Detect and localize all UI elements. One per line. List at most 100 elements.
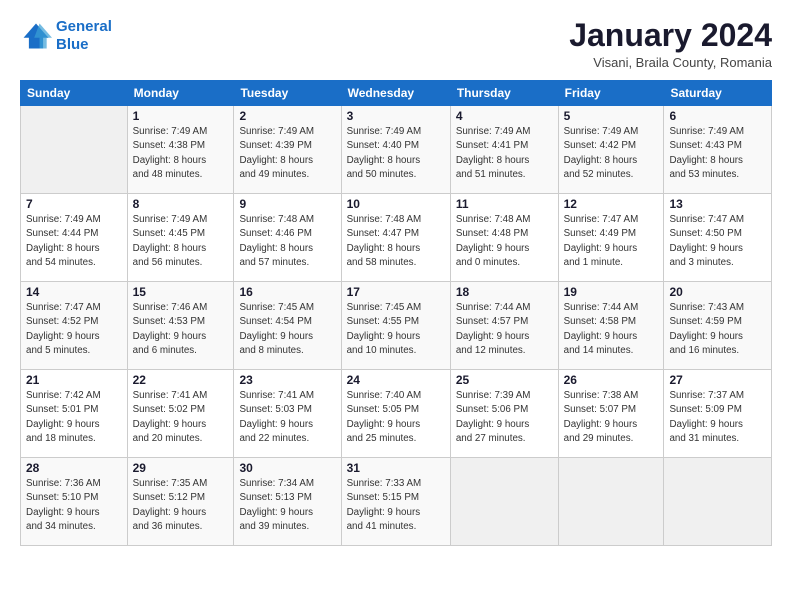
calendar-cell: 2 Sunrise: 7:49 AMSunset: 4:39 PMDaylight… <box>234 106 341 194</box>
day-info: Sunrise: 7:49 AMSunset: 4:45 PMDaylight:… <box>133 213 229 270</box>
logo: General Blue <box>20 18 112 54</box>
day-info: Sunrise: 7:44 AMSunset: 4:57 PMDaylight:… <box>456 301 553 358</box>
calendar-cell: 30Sunrise: 7:34 AMSunset: 5:13 PMDayligh… <box>234 458 341 546</box>
day-number: 19 <box>564 285 659 299</box>
day-number: 16 <box>239 285 335 299</box>
logo-text: General Blue <box>56 18 112 54</box>
calendar-cell: 5 Sunrise: 7:49 AMSunset: 4:42 PMDaylight… <box>558 106 664 194</box>
calendar-header-row: SundayMondayTuesdayWednesdayThursdayFrid… <box>21 81 772 106</box>
calendar-cell: 18Sunrise: 7:44 AMSunset: 4:57 PMDayligh… <box>450 282 558 370</box>
calendar-cell: 3 Sunrise: 7:49 AMSunset: 4:40 PMDaylight… <box>341 106 450 194</box>
day-number: 26 <box>564 373 659 387</box>
day-number: 10 <box>347 197 445 211</box>
calendar-cell: 6Sunrise: 7:49 AMSunset: 4:43 PMDaylight… <box>664 106 772 194</box>
day-info: Sunrise: 7:39 AMSunset: 5:06 PMDaylight:… <box>456 389 553 446</box>
weekday-header: Wednesday <box>341 81 450 106</box>
day-number: 28 <box>26 461 122 475</box>
calendar-cell: 14Sunrise: 7:47 AMSunset: 4:52 PMDayligh… <box>21 282 128 370</box>
day-number: 3 <box>347 109 445 123</box>
day-info: Sunrise: 7:49 AMSunset: 4:38 PMDaylight:… <box>133 125 229 182</box>
weekday-header: Monday <box>127 81 234 106</box>
day-number: 6 <box>669 109 766 123</box>
calendar-cell: 31 Sunrise: 7:33 AMSunset: 5:15 PMDayligh… <box>341 458 450 546</box>
weekday-header: Friday <box>558 81 664 106</box>
calendar-cell: 11 Sunrise: 7:48 AMSunset: 4:48 PMDayligh… <box>450 194 558 282</box>
day-info: Sunrise: 7:33 AMSunset: 5:15 PMDaylight:… <box>347 477 445 534</box>
header: General Blue January 2024 Visani, Braila… <box>20 18 772 70</box>
calendar-cell <box>664 458 772 546</box>
calendar-cell <box>450 458 558 546</box>
day-number: 30 <box>239 461 335 475</box>
day-info: Sunrise: 7:48 AMSunset: 4:46 PMDaylight:… <box>239 213 335 270</box>
day-info: Sunrise: 7:35 AMSunset: 5:12 PMDaylight:… <box>133 477 229 534</box>
day-info: Sunrise: 7:46 AMSunset: 4:53 PMDaylight:… <box>133 301 229 358</box>
calendar-cell: 24Sunrise: 7:40 AMSunset: 5:05 PMDayligh… <box>341 370 450 458</box>
calendar-week-row: 21 Sunrise: 7:42 AMSunset: 5:01 PMDayligh… <box>21 370 772 458</box>
calendar-cell: 17 Sunrise: 7:45 AMSunset: 4:55 PMDayligh… <box>341 282 450 370</box>
weekday-header: Thursday <box>450 81 558 106</box>
calendar-cell: 19Sunrise: 7:44 AMSunset: 4:58 PMDayligh… <box>558 282 664 370</box>
day-info: Sunrise: 7:42 AMSunset: 5:01 PMDaylight:… <box>26 389 122 446</box>
day-number: 11 <box>456 197 553 211</box>
calendar-cell: 29 Sunrise: 7:35 AMSunset: 5:12 PMDayligh… <box>127 458 234 546</box>
day-number: 1 <box>133 109 229 123</box>
day-info: Sunrise: 7:47 AMSunset: 4:50 PMDaylight:… <box>669 213 766 270</box>
day-number: 29 <box>133 461 229 475</box>
day-number: 17 <box>347 285 445 299</box>
day-number: 31 <box>347 461 445 475</box>
calendar-cell: 4 Sunrise: 7:49 AMSunset: 4:41 PMDaylight… <box>450 106 558 194</box>
day-info: Sunrise: 7:43 AMSunset: 4:59 PMDaylight:… <box>669 301 766 358</box>
title-block: January 2024 Visani, Braila County, Roma… <box>569 18 772 70</box>
day-info: Sunrise: 7:40 AMSunset: 5:05 PMDaylight:… <box>347 389 445 446</box>
calendar-cell: 22 Sunrise: 7:41 AMSunset: 5:02 PMDayligh… <box>127 370 234 458</box>
day-info: Sunrise: 7:41 AMSunset: 5:03 PMDaylight:… <box>239 389 335 446</box>
main-title: January 2024 <box>569 18 772 53</box>
day-info: Sunrise: 7:41 AMSunset: 5:02 PMDaylight:… <box>133 389 229 446</box>
day-info: Sunrise: 7:37 AMSunset: 5:09 PMDaylight:… <box>669 389 766 446</box>
calendar-cell: 28Sunrise: 7:36 AMSunset: 5:10 PMDayligh… <box>21 458 128 546</box>
calendar-cell <box>558 458 664 546</box>
day-number: 2 <box>239 109 335 123</box>
calendar-cell: 9 Sunrise: 7:48 AMSunset: 4:46 PMDaylight… <box>234 194 341 282</box>
day-info: Sunrise: 7:49 AMSunset: 4:39 PMDaylight:… <box>239 125 335 182</box>
calendar-cell: 16 Sunrise: 7:45 AMSunset: 4:54 PMDayligh… <box>234 282 341 370</box>
calendar-cell: 21 Sunrise: 7:42 AMSunset: 5:01 PMDayligh… <box>21 370 128 458</box>
calendar-cell: 20 Sunrise: 7:43 AMSunset: 4:59 PMDayligh… <box>664 282 772 370</box>
day-number: 27 <box>669 373 766 387</box>
calendar-week-row: 28Sunrise: 7:36 AMSunset: 5:10 PMDayligh… <box>21 458 772 546</box>
day-number: 9 <box>239 197 335 211</box>
logo-line1: General <box>56 18 112 35</box>
calendar-cell: 1 Sunrise: 7:49 AMSunset: 4:38 PMDaylight… <box>127 106 234 194</box>
day-info: Sunrise: 7:49 AMSunset: 4:40 PMDaylight:… <box>347 125 445 182</box>
day-number: 22 <box>133 373 229 387</box>
calendar-cell: 23Sunrise: 7:41 AMSunset: 5:03 PMDayligh… <box>234 370 341 458</box>
calendar-week-row: 14Sunrise: 7:47 AMSunset: 4:52 PMDayligh… <box>21 282 772 370</box>
calendar-cell: 15Sunrise: 7:46 AMSunset: 4:53 PMDayligh… <box>127 282 234 370</box>
day-info: Sunrise: 7:48 AMSunset: 4:48 PMDaylight:… <box>456 213 553 270</box>
day-info: Sunrise: 7:38 AMSunset: 5:07 PMDaylight:… <box>564 389 659 446</box>
calendar-cell: 27 Sunrise: 7:37 AMSunset: 5:09 PMDayligh… <box>664 370 772 458</box>
subtitle: Visani, Braila County, Romania <box>569 55 772 70</box>
day-info: Sunrise: 7:48 AMSunset: 4:47 PMDaylight:… <box>347 213 445 270</box>
calendar-cell: 25Sunrise: 7:39 AMSunset: 5:06 PMDayligh… <box>450 370 558 458</box>
day-number: 20 <box>669 285 766 299</box>
day-info: Sunrise: 7:47 AMSunset: 4:49 PMDaylight:… <box>564 213 659 270</box>
day-number: 7 <box>26 197 122 211</box>
calendar-cell: 26 Sunrise: 7:38 AMSunset: 5:07 PMDayligh… <box>558 370 664 458</box>
page: General Blue January 2024 Visani, Braila… <box>0 0 792 612</box>
day-info: Sunrise: 7:49 AMSunset: 4:41 PMDaylight:… <box>456 125 553 182</box>
day-info: Sunrise: 7:45 AMSunset: 4:55 PMDaylight:… <box>347 301 445 358</box>
day-number: 21 <box>26 373 122 387</box>
day-number: 5 <box>564 109 659 123</box>
weekday-header: Saturday <box>664 81 772 106</box>
logo-icon <box>20 20 52 52</box>
day-number: 4 <box>456 109 553 123</box>
day-info: Sunrise: 7:45 AMSunset: 4:54 PMDaylight:… <box>239 301 335 358</box>
weekday-header: Sunday <box>21 81 128 106</box>
calendar-cell: 10 Sunrise: 7:48 AMSunset: 4:47 PMDayligh… <box>341 194 450 282</box>
calendar-cell: 12 Sunrise: 7:47 AMSunset: 4:49 PMDayligh… <box>558 194 664 282</box>
day-info: Sunrise: 7:49 AMSunset: 4:42 PMDaylight:… <box>564 125 659 182</box>
weekday-header: Tuesday <box>234 81 341 106</box>
day-number: 12 <box>564 197 659 211</box>
calendar-cell <box>21 106 128 194</box>
